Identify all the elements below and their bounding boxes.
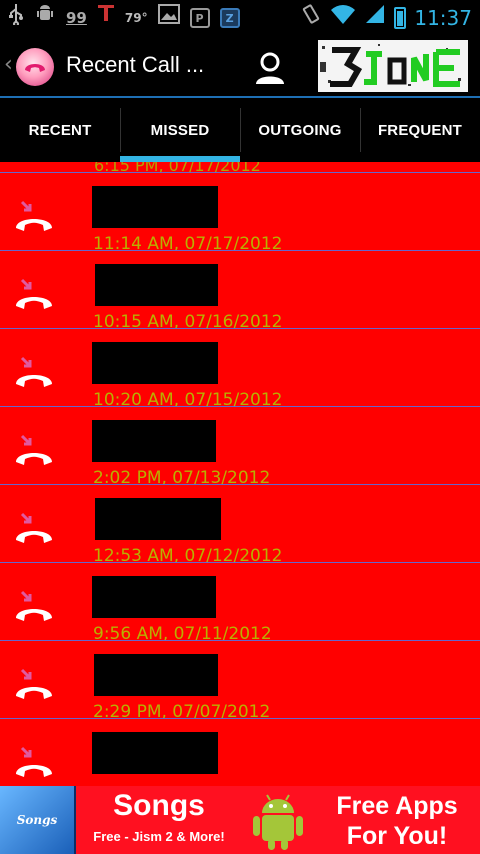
contact-name-redacted xyxy=(92,420,216,462)
parking-app-icon: P xyxy=(189,8,210,28)
call-row[interactable]: 11:14 AM, 07/17/2012 xyxy=(0,172,480,254)
t-mobile-icon xyxy=(97,3,115,34)
call-row[interactable]: 10:20 AM, 07/15/2012 xyxy=(0,328,480,410)
action-bar: ‹ Recent Call ... xyxy=(0,36,480,96)
missed-call-icon xyxy=(16,668,52,699)
ad-cta-line1: Free Apps xyxy=(336,792,458,820)
cell-signal-icon xyxy=(364,3,386,34)
row-divider xyxy=(0,562,480,563)
call-row[interactable]: 2:02 PM, 07/13/2012 xyxy=(0,406,480,488)
page-title: Recent Call ... xyxy=(66,52,205,77)
missed-call-icon xyxy=(16,512,52,543)
wifi-icon xyxy=(330,3,356,34)
contact-name-redacted xyxy=(92,342,218,384)
android-robot-icon xyxy=(242,786,314,854)
usb-icon xyxy=(8,3,24,34)
app-logo-icon[interactable] xyxy=(16,48,54,86)
vibrate-icon xyxy=(300,3,322,34)
missed-call-icon xyxy=(16,746,52,777)
row-divider xyxy=(0,406,480,407)
ad-banner[interactable]: Songs Songs Free - Jism 2 & More! Free A… xyxy=(0,786,480,854)
row-divider xyxy=(0,328,480,329)
status-signal-number: 99 xyxy=(66,9,87,27)
call-row[interactable]: 9:56 AM, 07/11/2012 xyxy=(0,562,480,644)
songs-app-icon[interactable]: Songs xyxy=(0,786,76,854)
missed-calls-list[interactable]: 6:15 PM, 07/17/2012 11:14 AM, 07/17/2012… xyxy=(0,162,480,786)
call-row[interactable]: 10:15 AM, 07/16/2012 xyxy=(0,250,480,332)
contact-name-redacted xyxy=(92,732,218,774)
row-divider xyxy=(0,718,480,719)
contact-name-redacted xyxy=(95,498,221,540)
ad-cta-line2: For You! xyxy=(346,822,448,850)
missed-call-icon xyxy=(16,434,52,465)
call-row[interactable]: 2:29 PM, 07/07/2012 xyxy=(0,640,480,722)
row-divider xyxy=(0,640,480,641)
android-debug-icon xyxy=(34,3,56,34)
status-temperature: 79° xyxy=(124,11,148,25)
contact-name-redacted xyxy=(94,654,218,696)
missed-call-icon xyxy=(16,278,52,309)
missed-call-icon xyxy=(16,356,52,387)
call-row[interactable]: 12:53 AM, 07/12/2012 xyxy=(0,484,480,566)
status-bar: 99 79° P Z 11:37 xyxy=(0,0,480,36)
call-row[interactable] xyxy=(0,718,480,786)
ad-cta[interactable]: Free Apps For You! xyxy=(314,786,480,854)
ad-subline: Free - Jism 2 & More! xyxy=(93,829,225,844)
contact-icon[interactable] xyxy=(250,48,290,88)
z-app-icon: Z xyxy=(219,8,240,28)
battery-icon xyxy=(394,7,407,29)
tab-frequent[interactable]: FREQUENT xyxy=(360,98,480,162)
ad-songs-block[interactable]: Songs Free - Jism 2 & More! xyxy=(76,786,242,854)
gallery-icon xyxy=(157,3,180,33)
missed-call-icon xyxy=(16,200,52,231)
row-divider xyxy=(0,172,480,173)
ad-headline: Songs xyxy=(113,789,205,822)
contact-name-redacted xyxy=(95,264,218,306)
user-banner-image xyxy=(318,40,468,92)
row-divider xyxy=(0,250,480,251)
tab-outgoing[interactable]: OUTGOING xyxy=(240,98,360,162)
contact-name-redacted xyxy=(92,576,216,618)
status-bar-right: 11:37 xyxy=(300,3,472,34)
contact-name-redacted xyxy=(92,186,218,228)
status-time: 11:37 xyxy=(414,6,472,30)
tab-bar: RECENT MISSED OUTGOING FREQUENT xyxy=(0,98,480,162)
status-bar-left: 99 79° P Z xyxy=(8,3,240,34)
missed-call-icon xyxy=(16,590,52,621)
row-divider xyxy=(0,484,480,485)
tab-missed[interactable]: MISSED xyxy=(120,98,240,162)
up-caret-icon[interactable]: ‹ xyxy=(4,52,13,77)
tab-recent[interactable]: RECENT xyxy=(0,98,120,162)
